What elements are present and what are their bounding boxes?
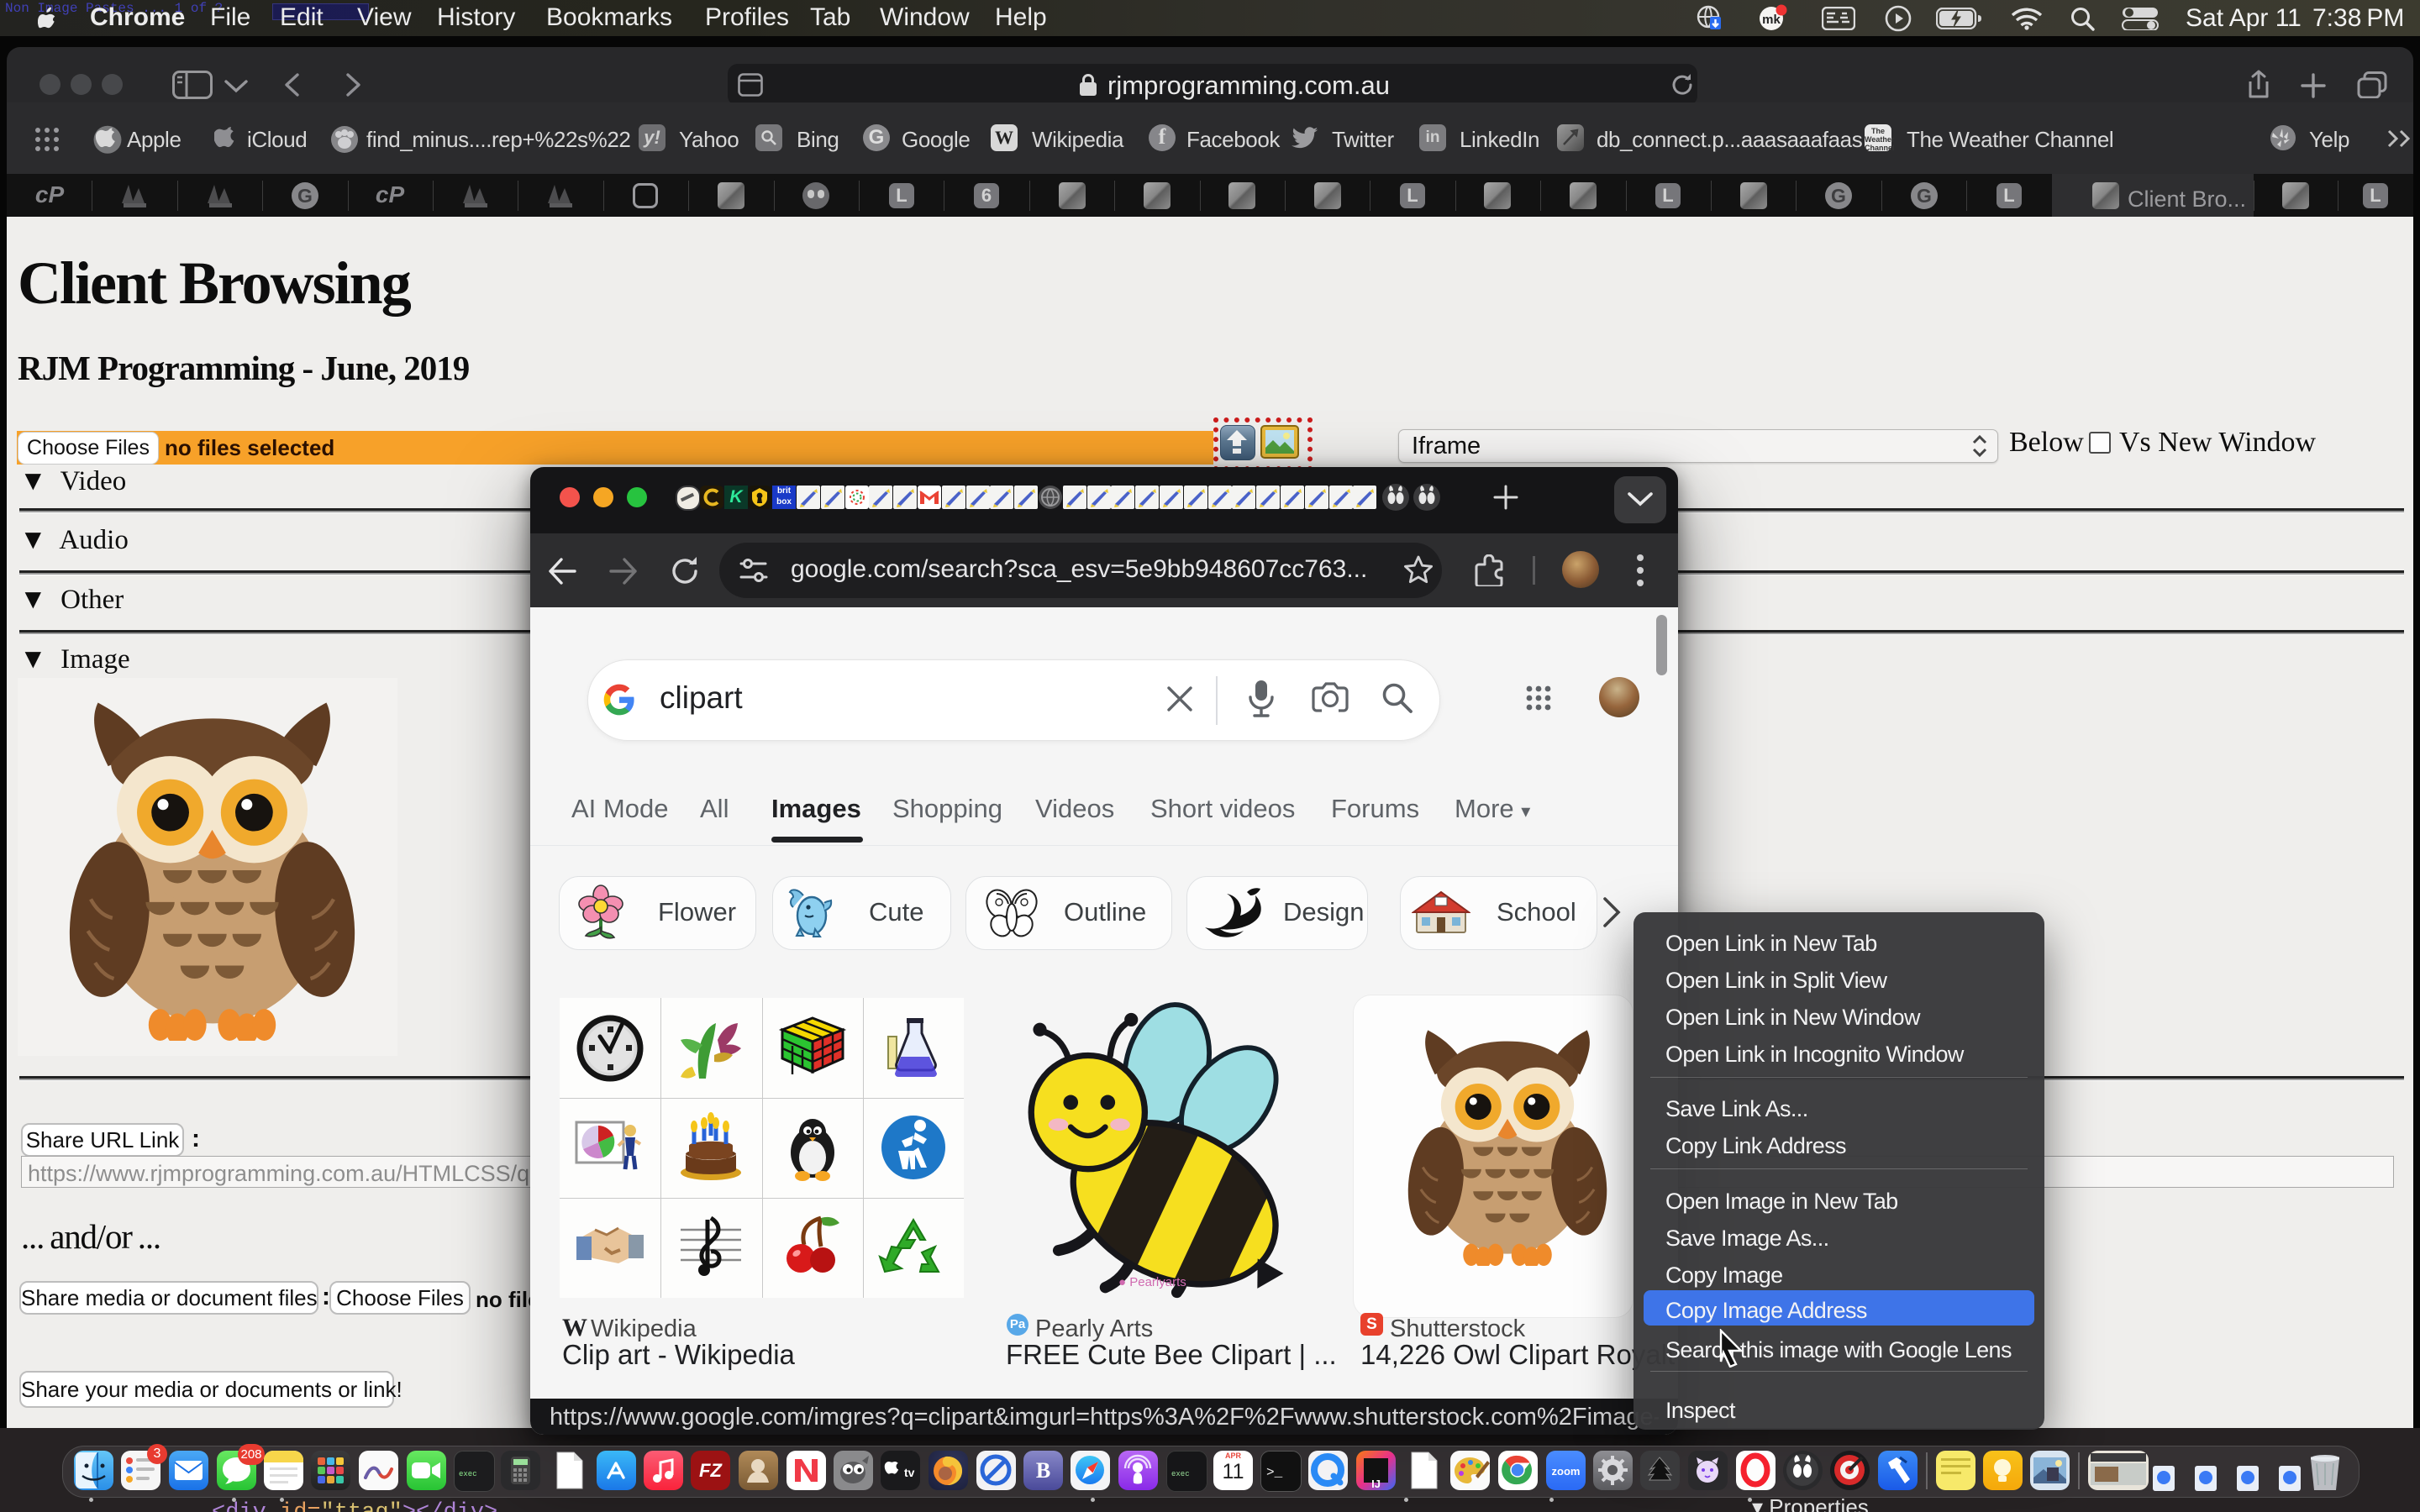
svg-text:tv: tv — [904, 1466, 915, 1479]
svg-text:mk: mk — [1762, 13, 1781, 27]
